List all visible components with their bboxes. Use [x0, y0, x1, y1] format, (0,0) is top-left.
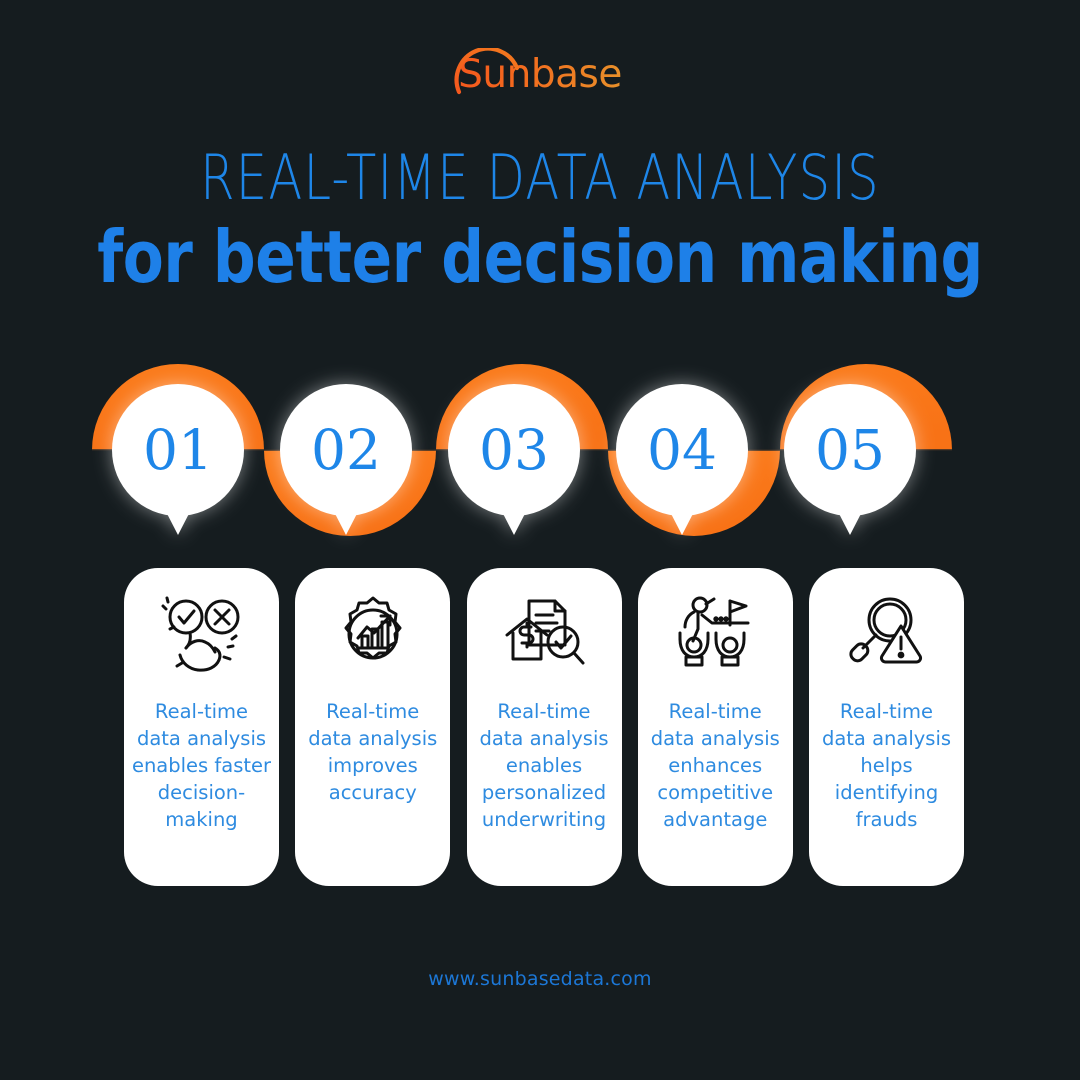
step-card-4-text: Real-time data analysis enhances competi…: [650, 700, 780, 831]
page-title-line1: REAL-TIME DATA ANALYSIS: [200, 141, 880, 214]
step-card-2[interactable]: Real-time data analysis improves accurac…: [295, 568, 451, 886]
page-title-line2: for better decision making: [97, 215, 983, 299]
brand-logo-text: Sunbase: [458, 52, 622, 97]
orange-wave-graphic: [92, 364, 952, 536]
footer-website[interactable]: www.sunbasedata.com: [0, 968, 1080, 990]
document-house-dollar-magnifier-check-icon: [499, 592, 589, 676]
step-card-3[interactable]: Real-time data analysis enables personal…: [466, 568, 622, 886]
brand-logo: Sunbase: [0, 48, 1080, 110]
step-card-2-text: Real-time data analysis improves accurac…: [308, 700, 438, 804]
step-card-3-text: Real-time data analysis enables personal…: [479, 700, 609, 831]
person-climbing-flag-podium-icon: [670, 592, 760, 676]
gear-bar-chart-growth-icon: [328, 592, 418, 676]
step-cards-row: Real-time data analysis enables faster d…: [124, 568, 964, 888]
step-card-1[interactable]: Real-time data analysis enables faster d…: [124, 568, 279, 886]
infographic-canvas: Sunbase REAL-TIME DATA ANALYSIS for bett…: [0, 0, 1080, 1080]
decision-hand-check-cross-icon: [157, 592, 247, 676]
magnifier-warning-triangle-icon: [842, 592, 932, 676]
step-card-5-text: Real-time data analysis helps identifyin…: [821, 700, 952, 831]
step-card-5[interactable]: Real-time data analysis helps identifyin…: [809, 568, 964, 886]
step-wave-timeline: 01 02 03 04 05: [0, 320, 1080, 590]
step-card-4[interactable]: Real-time data analysis enhances competi…: [637, 568, 793, 886]
step-card-1-text: Real-time data analysis enables faster d…: [131, 700, 272, 831]
step-pin-shapes: [112, 384, 916, 535]
